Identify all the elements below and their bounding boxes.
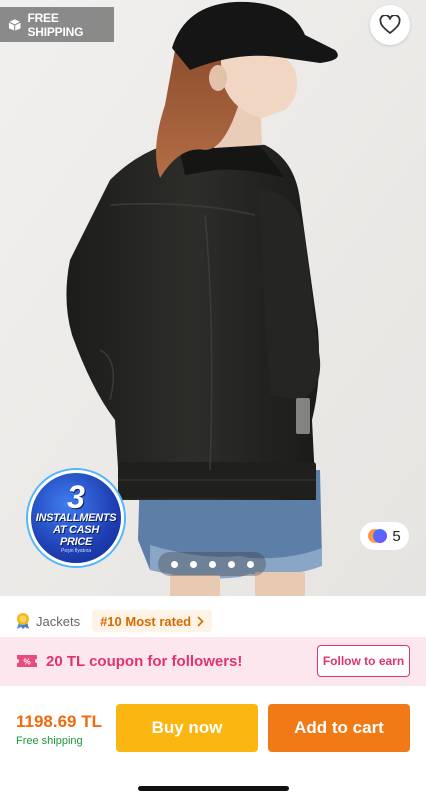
promo-line-3: PRICE [59,535,93,548]
pager-dot[interactable] [170,560,178,568]
purchase-bar: 1198.69 TL Free shipping Buy now Add to … [0,685,426,767]
buy-now-button[interactable]: Buy now [116,704,258,752]
medal-icon [17,613,29,629]
svg-text:%: % [23,658,30,667]
box-icon [8,18,21,31]
image-pager[interactable] [158,552,266,576]
color-swatch-icon [368,529,388,543]
ranking-chip[interactable]: #10 Most rated [92,610,213,632]
promo-small-text: Peşin fiyatına [60,547,92,554]
free-shipping-label: FREE SHIPPING [27,10,84,39]
price: 1198.69 TL [16,712,103,731]
promo-line-2: AT CASH [53,523,99,536]
favorite-button[interactable] [370,5,410,45]
pager-dot[interactable] [189,560,197,568]
ranking-label: #10 Most rated [100,613,192,629]
coupon-icon: % [17,655,37,667]
follower-coupon-banner: % 20 TL coupon for followers! Follow to … [0,637,426,685]
promo-number: 3 [67,478,85,515]
home-indicator[interactable] [138,786,289,791]
shipping-note: Free shipping [16,735,83,747]
promo-line-1: INSTALLMENTS [35,511,117,524]
pager-dot[interactable] [208,560,216,568]
color-count-value: 5 [392,527,401,545]
category-link[interactable]: Jackets [36,614,80,629]
installments-promo-badge: 3 INSTALLMENTS AT CASH PRICE Peşin fiyat… [28,470,124,566]
product-image[interactable]: FREE SHIPPING 3 INSTALLMENTS AT CASH PRI… [0,0,426,596]
category-row: Jackets #10 Most rated [0,606,426,636]
color-variants-button[interactable]: 5 [360,522,409,550]
chevron-right-icon [197,616,204,626]
coupon-text: 20 TL coupon for followers! [46,652,243,670]
pager-dot[interactable] [246,560,254,568]
add-to-cart-button[interactable]: Add to cart [268,704,410,752]
heart-icon [379,15,401,34]
pager-dot-active[interactable] [227,560,235,568]
free-shipping-badge: FREE SHIPPING [0,7,114,42]
follow-to-earn-button[interactable]: Follow to earn [317,645,410,677]
